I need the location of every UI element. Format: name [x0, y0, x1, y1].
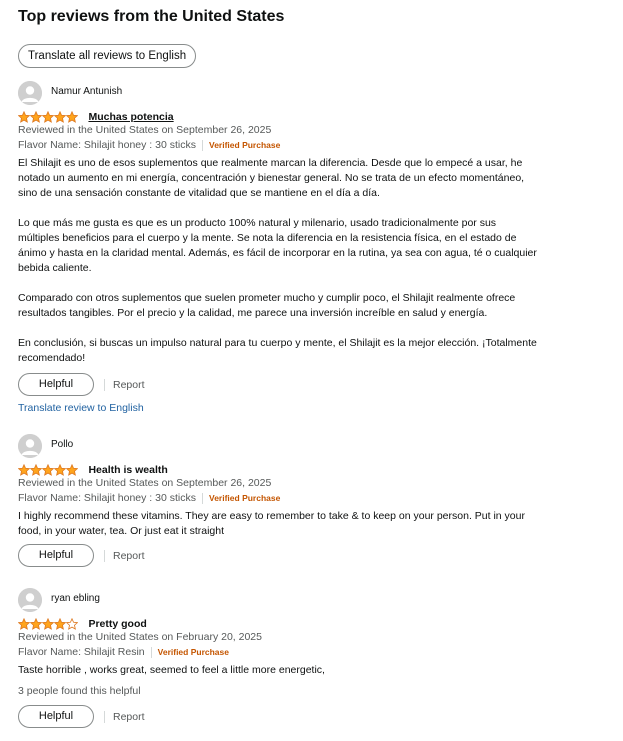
review-paragraph: I highly recommend these vitamins. They … [18, 510, 525, 537]
rating-row: Pretty good [18, 615, 147, 630]
star-filled-icon [66, 463, 78, 476]
review-variant: Flavor Name: Shilajit honey : 30 sticks V… [18, 139, 280, 151]
divider [104, 378, 105, 391]
verified-purchase-badge: Verified Purchase [157, 647, 229, 657]
star-filled-icon [66, 110, 78, 123]
review-variant: Flavor Name: Shilajit honey : 30 sticks V… [18, 492, 280, 504]
verified-purchase-badge: Verified Purchase [209, 493, 281, 503]
review-date: Reviewed in the United States on Februar… [18, 631, 262, 643]
verified-purchase-badge: Verified Purchase [209, 140, 281, 150]
reviewer-name: ryan ebling [51, 593, 100, 604]
star-filled-icon [42, 463, 54, 476]
divider [150, 646, 152, 658]
review-paragraph: Taste horrible , works great, seemed to … [18, 664, 325, 676]
review-body: El Shilajit es uno de esos suplementos q… [18, 156, 538, 366]
divider [104, 549, 105, 562]
review-paragraph: Lo que más me gusta es que es un product… [18, 217, 537, 274]
star-filled-icon [30, 463, 42, 476]
review-paragraph: Comparado con otros suplementos que suel… [18, 292, 516, 319]
divider [202, 139, 203, 151]
report-link[interactable]: Report [113, 711, 145, 723]
star-filled-icon [54, 110, 66, 123]
review-date: Reviewed in the United States on Septemb… [18, 124, 272, 136]
reviewer-name: Pollo [51, 439, 74, 450]
rating-row: Muchas potencia [18, 108, 174, 123]
avatar-icon [18, 434, 42, 458]
review-actions: Helpful Report [18, 373, 145, 397]
helpful-button[interactable]: Helpful [18, 544, 94, 567]
divider [104, 710, 105, 723]
avatar-icon [18, 81, 42, 105]
star-filled-icon [54, 617, 66, 630]
report-link[interactable]: Report [113, 550, 145, 562]
star-filled-icon [42, 110, 54, 123]
review-card: Pollo Health is wealth Reviewed in the U… [18, 434, 608, 567]
review-title[interactable]: Health is wealth [88, 464, 167, 476]
review-body: I highly recommend these vitamins. They … [18, 509, 538, 539]
translate-all-button[interactable]: Translate all reviews to English [18, 44, 197, 68]
translate-review-link[interactable]: Translate review to English [18, 402, 144, 414]
report-link[interactable]: Report [113, 379, 145, 391]
star-filled-icon [30, 617, 42, 630]
star-filled-icon [18, 463, 30, 476]
divider [202, 492, 203, 504]
star-filled-icon [42, 617, 54, 630]
star-empty-icon [66, 617, 78, 630]
review-date: Reviewed in the United States on Septemb… [18, 477, 272, 489]
review-card: ryan ebling Pretty good Reviewed in the … [18, 588, 608, 728]
star-filled-icon [30, 110, 42, 123]
helpful-button[interactable]: Helpful [18, 705, 94, 728]
page-title: Top reviews from the United States [18, 8, 285, 25]
reviewer-profile[interactable]: Namur Antunish [18, 81, 608, 105]
reviewer-profile[interactable]: ryan ebling [18, 588, 608, 612]
review-paragraph: En conclusión, si buscas un impulso natu… [18, 337, 537, 364]
avatar-icon [18, 588, 42, 612]
reviewer-name: Namur Antunish [51, 86, 123, 97]
review-body: Taste horrible , works great, seemed to … [18, 663, 538, 678]
star-filled-icon [54, 463, 66, 476]
star-filled-icon [18, 110, 30, 123]
flavor-label: Flavor Name: Shilajit Resin [18, 646, 145, 658]
flavor-label: Flavor Name: Shilajit honey : 30 sticks [18, 139, 196, 151]
helpful-button[interactable]: Helpful [18, 373, 94, 396]
star-filled-icon [18, 617, 30, 630]
review-title-link[interactable]: Muchas potencia [88, 111, 173, 123]
reviewer-profile[interactable]: Pollo [18, 434, 608, 458]
review-variant: Flavor Name: Shilajit Resin Verified Purc… [18, 646, 229, 658]
flavor-label: Flavor Name: Shilajit honey : 30 sticks [18, 492, 196, 504]
review-paragraph: El Shilajit es uno de esos suplementos q… [18, 157, 525, 199]
helpful-count: 3 people found this helpful [18, 685, 141, 697]
review-actions: Helpful Report [18, 705, 145, 729]
review-card: Namur Antunish Muchas potencia Reviewed … [18, 81, 608, 414]
rating-row: Health is wealth [18, 461, 168, 476]
review-title[interactable]: Pretty good [88, 618, 146, 630]
review-actions: Helpful Report [18, 544, 145, 568]
